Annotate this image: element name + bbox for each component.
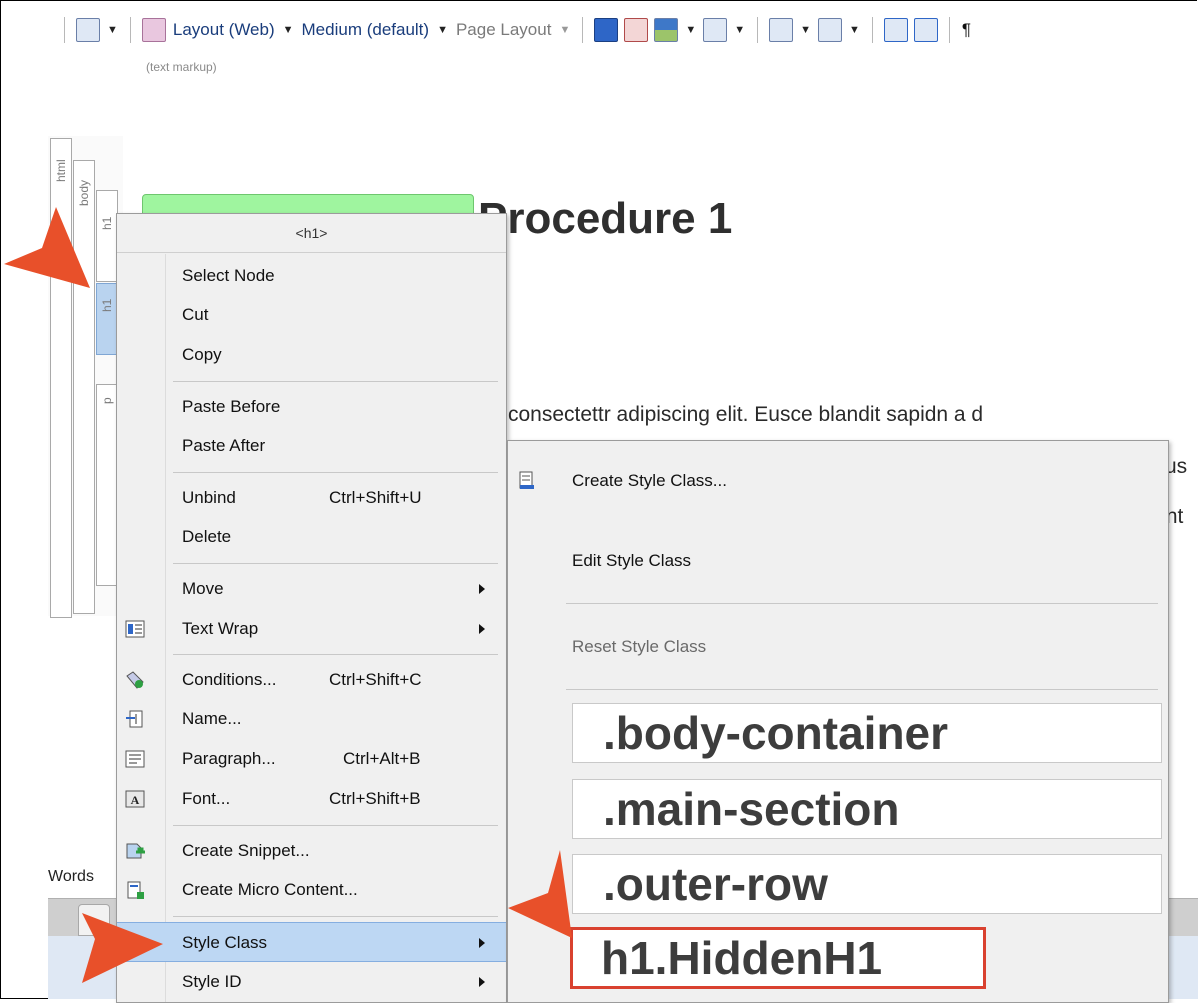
callout-arrow-style-class <box>82 913 163 983</box>
callout-arrow-hiddenh1 <box>508 850 572 938</box>
callout-arrows <box>4 207 572 983</box>
callout-arrow-structure-bar <box>4 207 90 288</box>
